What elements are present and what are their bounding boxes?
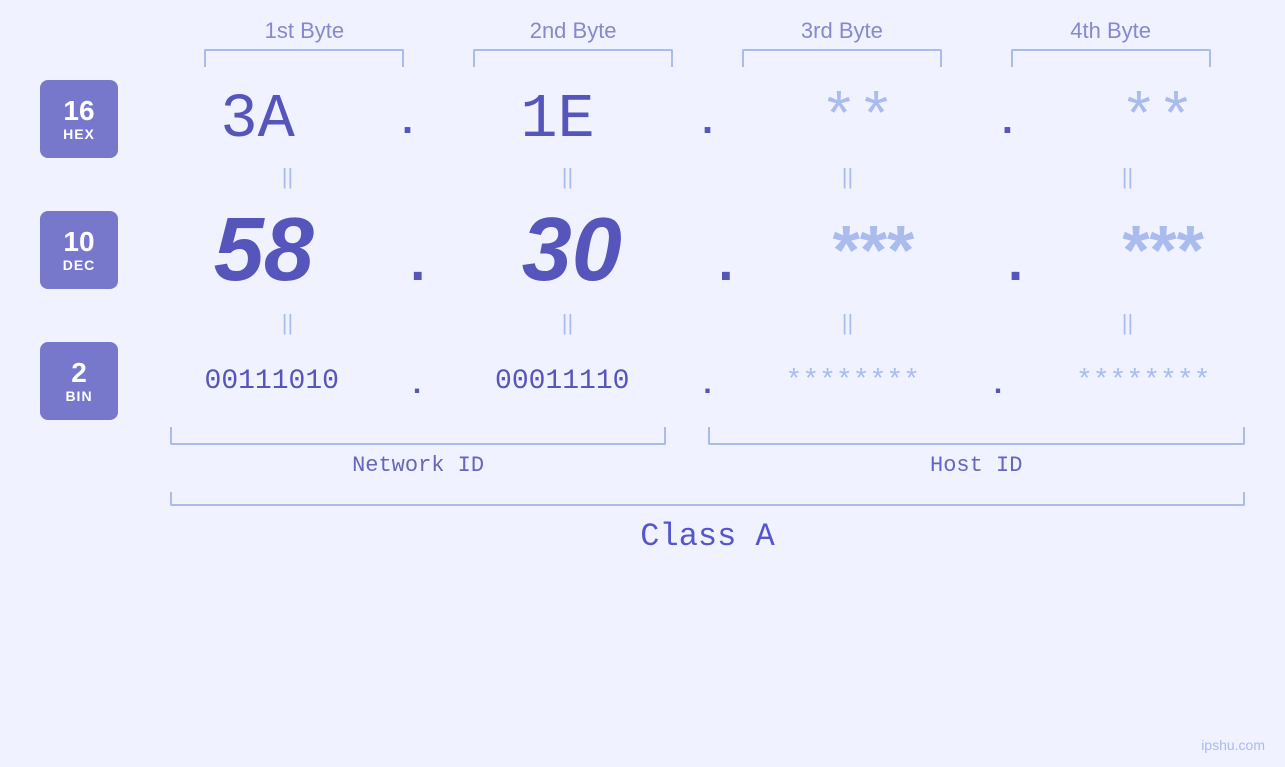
byte2-header: 2nd Byte — [463, 18, 683, 44]
dot-dec-2: . — [709, 238, 742, 293]
bin-badge: 2 BIN — [40, 342, 118, 420]
dot-bin-2: . — [698, 371, 716, 401]
hex-b4: ** — [1120, 84, 1194, 155]
bracket-byte3 — [742, 49, 942, 67]
main-container: 1st Byte 2nd Byte 3rd Byte 4th Byte 16 H… — [0, 0, 1285, 767]
class-label: Class A — [640, 518, 774, 555]
dec-b2: 30 — [522, 199, 622, 302]
dec-number: 10 — [63, 227, 94, 258]
bracket-byte2 — [473, 49, 673, 67]
dot-hex-2: . — [695, 104, 719, 144]
byte3-header: 3rd Byte — [732, 18, 952, 44]
dec-b1: 58 — [214, 199, 314, 302]
hex-label: HEX — [63, 126, 95, 142]
hex-b1: 3A — [220, 84, 294, 155]
equals-2-b3: || — [738, 310, 958, 336]
dec-b3: *** — [830, 210, 912, 290]
bracket-network — [170, 427, 666, 445]
dot-bin-1: . — [408, 371, 426, 401]
dot-dec-1: . — [401, 238, 434, 293]
byte1-header: 1st Byte — [194, 18, 414, 44]
dot-bin-3: . — [989, 371, 1007, 401]
bin-b2: 00011110 — [495, 366, 629, 397]
equals-2-b4: || — [1018, 310, 1238, 336]
bracket-host — [708, 427, 1246, 445]
network-id-label: Network ID — [170, 453, 666, 478]
equals-1-b2: || — [458, 164, 678, 190]
bin-b3: ******** — [786, 366, 920, 397]
dec-label: DEC — [63, 257, 96, 273]
equals-2-b1: || — [178, 310, 398, 336]
dot-hex-1: . — [396, 104, 420, 144]
equals-1-b3: || — [738, 164, 958, 190]
equals-1-b1: || — [178, 164, 398, 190]
dot-dec-3: . — [999, 238, 1032, 293]
host-id-label: Host ID — [708, 453, 1246, 478]
hex-number: 16 — [63, 96, 94, 127]
bin-number: 2 — [71, 358, 87, 389]
dot-hex-3: . — [995, 104, 1019, 144]
hex-b2: 1E — [520, 84, 594, 155]
bracket-class — [170, 492, 1245, 506]
bracket-byte4 — [1011, 49, 1211, 67]
bin-label: BIN — [65, 388, 92, 404]
dec-b4: *** — [1119, 210, 1201, 290]
byte4-header: 4th Byte — [1001, 18, 1221, 44]
hex-b3: ** — [820, 84, 894, 155]
dec-badge: 10 DEC — [40, 211, 118, 289]
bin-b1: 00111010 — [205, 366, 339, 397]
equals-1-b4: || — [1018, 164, 1238, 190]
equals-2-b2: || — [458, 310, 678, 336]
bracket-byte1 — [204, 49, 404, 67]
bin-b4: ******** — [1076, 366, 1210, 397]
hex-badge: 16 HEX — [40, 80, 118, 158]
watermark: ipshu.com — [1201, 737, 1265, 753]
